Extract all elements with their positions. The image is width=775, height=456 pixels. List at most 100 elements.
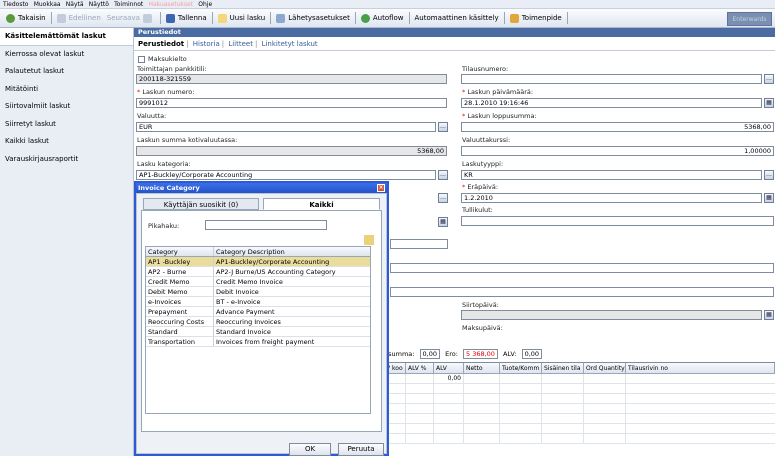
grid-cell xyxy=(406,434,434,443)
sidebar-item-unprocessed[interactable]: Käsittelemättömät laskut xyxy=(0,28,133,46)
table-row[interactable] xyxy=(384,384,775,394)
table-row[interactable]: Transportation Invoices from freight paym… xyxy=(146,337,370,347)
tab-all[interactable]: Kaikki xyxy=(263,198,380,210)
toolbar-divider xyxy=(159,12,161,24)
grid-col-order-row-no[interactable]: Tilausrivin no xyxy=(626,363,775,373)
partially-hidden-field[interactable] xyxy=(390,239,448,249)
menu-actions[interactable]: Toiminnot xyxy=(114,0,143,9)
exchange-rate-field[interactable]: 1,00000 xyxy=(461,146,774,156)
invoice-category-label: Lasku kategoria: xyxy=(137,160,191,168)
currency-field[interactable]: EUR xyxy=(136,122,436,132)
tab-attachments[interactable]: Liitteet xyxy=(228,40,253,48)
table-row[interactable] xyxy=(384,394,775,404)
table-row[interactable]: 0,00 xyxy=(384,374,775,384)
actions-button[interactable]: Toimenpide xyxy=(507,11,565,25)
table-row[interactable] xyxy=(384,434,775,444)
invoice-category-field[interactable]: AP1-Buckley/Corporate Accounting xyxy=(136,170,436,180)
cancel-button[interactable]: Peruuta xyxy=(338,443,384,456)
close-icon[interactable]: × xyxy=(377,184,385,192)
due-date-field[interactable]: 1.2.2010 xyxy=(461,193,762,203)
sidebar-item-ready-to-transfer[interactable]: Siirtovalmiit laskut xyxy=(0,98,133,116)
partially-hidden-field-wide[interactable] xyxy=(390,263,774,273)
table-row[interactable]: e-Invoices BT - e-Invoice xyxy=(146,297,370,307)
tab-linked-invoices[interactable]: Linkitetyt laskut xyxy=(262,40,318,48)
dialog-title-bar[interactable]: Invoice Category × xyxy=(136,183,387,193)
export-icon[interactable] xyxy=(364,235,374,245)
currency-lookup-button[interactable]: … xyxy=(438,122,448,132)
table-row[interactable]: Credit Memo Credit Memo Invoice xyxy=(146,277,370,287)
sidebar-item-in-circulation[interactable]: Kierrossa olevat laskut xyxy=(0,46,133,64)
calendar-icon[interactable]: ▦ xyxy=(764,98,774,108)
invoice-date-field[interactable]: 28.1.2010 19:16:46 xyxy=(461,98,762,108)
due-date-label: * Eräpäivä: xyxy=(462,183,499,191)
grid-col-ord-quantity[interactable]: Ord Quantity xyxy=(584,363,626,373)
bank-account-field[interactable]: 200118-321559 xyxy=(136,74,447,84)
payment-block-checkbox[interactable] xyxy=(138,56,145,63)
menu-edit[interactable]: Muokkaa xyxy=(34,0,61,9)
grid-col-vat[interactable]: ALV xyxy=(434,363,464,373)
tab-history[interactable]: Historia xyxy=(193,40,220,48)
grid-cell xyxy=(584,414,626,423)
grid-cell xyxy=(464,394,500,403)
partially-hidden-field-wide[interactable] xyxy=(390,287,774,297)
ok-button[interactable]: OK xyxy=(289,443,331,456)
send-settings-button[interactable]: Lähetysasetukset xyxy=(273,11,353,25)
home-currency-total-field[interactable]: 5368,00 xyxy=(136,146,447,156)
description-cell: AP1-Buckley/Corporate Accounting xyxy=(216,258,330,266)
calendar-icon[interactable]: ▦ xyxy=(764,193,774,203)
sidebar-item-transferred[interactable]: Siirretyt laskut xyxy=(0,116,133,134)
tab-basic-info[interactable]: Perustiedot xyxy=(138,40,184,48)
autoflow-button[interactable]: Autoflow xyxy=(358,11,407,25)
auto-process-button[interactable]: Automaattinen käsittely xyxy=(412,11,502,25)
table-row[interactable] xyxy=(384,414,775,424)
grid-col-vat-percent[interactable]: ALV % xyxy=(406,363,434,373)
grid-cell xyxy=(542,404,584,413)
table-row[interactable]: Debit Memo Debit Invoice xyxy=(146,287,370,297)
grid-cell xyxy=(542,414,584,423)
sidebar-item-reservation-reports[interactable]: Varauskirjausraportit xyxy=(0,151,133,169)
category-lookup-button[interactable]: … xyxy=(438,170,448,180)
menu-display[interactable]: Näyttö xyxy=(89,0,109,9)
sidebar-item-voided[interactable]: Mitätöinti xyxy=(0,81,133,99)
invoice-number-field[interactable]: 9991012 xyxy=(136,98,447,108)
description-cell: AP2-J Burne/US Accounting Category xyxy=(216,268,336,276)
sum-row: usumma: 0,00 Ero: 5 368,00 ALV: 0,00 xyxy=(384,349,775,361)
new-invoice-button[interactable]: Uusi lasku xyxy=(215,11,269,25)
table-row[interactable]: AP2 - Burne AP2-J Burne/US Accounting Cat… xyxy=(146,267,370,277)
category-table: Category Category Description AP1 -Buckl… xyxy=(145,246,371,414)
table-row[interactable]: Reoccuring Costs Reoccuring Invoices xyxy=(146,317,370,327)
menu-search-settings[interactable]: Hakuasetukset xyxy=(148,0,193,9)
back-button[interactable]: Takaisin xyxy=(3,11,49,25)
order-lookup-button[interactable]: … xyxy=(764,74,774,84)
table-row[interactable]: Standard Standard Invoice xyxy=(146,327,370,337)
quick-search-input[interactable] xyxy=(205,220,327,230)
order-number-field[interactable] xyxy=(461,74,762,84)
transfer-date-field[interactable] xyxy=(461,310,762,320)
invoice-type-field[interactable]: KR xyxy=(461,170,762,180)
menu-view[interactable]: Näytä xyxy=(66,0,84,9)
customs-costs-field[interactable] xyxy=(461,216,774,226)
grid-col-net[interactable]: Netto xyxy=(464,363,500,373)
sidebar-item-all[interactable]: Kaikki laskut xyxy=(0,133,133,151)
col-description[interactable]: Category Description xyxy=(214,247,370,256)
previous-button[interactable]: Edellinen xyxy=(54,11,104,25)
type-lookup-button[interactable]: … xyxy=(764,170,774,180)
hidden-field-lookup-button[interactable]: … xyxy=(438,193,448,203)
save-button[interactable]: Tallenna xyxy=(163,11,210,25)
table-row[interactable]: Prepayment Advance Payment xyxy=(146,307,370,317)
table-row[interactable] xyxy=(384,404,775,414)
sidebar-item-returned[interactable]: Palautetut laskut xyxy=(0,63,133,81)
tab-user-favorites[interactable]: Käyttäjän suosikit (0) xyxy=(143,198,259,210)
grid-col-internal-status[interactable]: Sisäinen tila xyxy=(542,363,584,373)
grid-col-product[interactable]: Tuote/Komm xyxy=(500,363,542,373)
table-row[interactable] xyxy=(384,424,775,434)
calendar-icon[interactable]: ▦ xyxy=(764,310,774,320)
next-button[interactable]: Seuraava xyxy=(104,11,158,25)
menu-file[interactable]: Tiedosto xyxy=(3,0,28,9)
col-category[interactable]: Category xyxy=(146,247,214,256)
calendar-icon[interactable]: ▦ xyxy=(438,217,448,227)
toolbar-right-button[interactable]: Enterwards xyxy=(727,12,772,26)
invoice-total-field[interactable]: 5368,00 xyxy=(461,122,774,132)
menu-help[interactable]: Ohje xyxy=(198,0,212,9)
table-row[interactable]: AP1 -Buckley AP1-Buckley/Corporate Accoun… xyxy=(146,257,370,267)
